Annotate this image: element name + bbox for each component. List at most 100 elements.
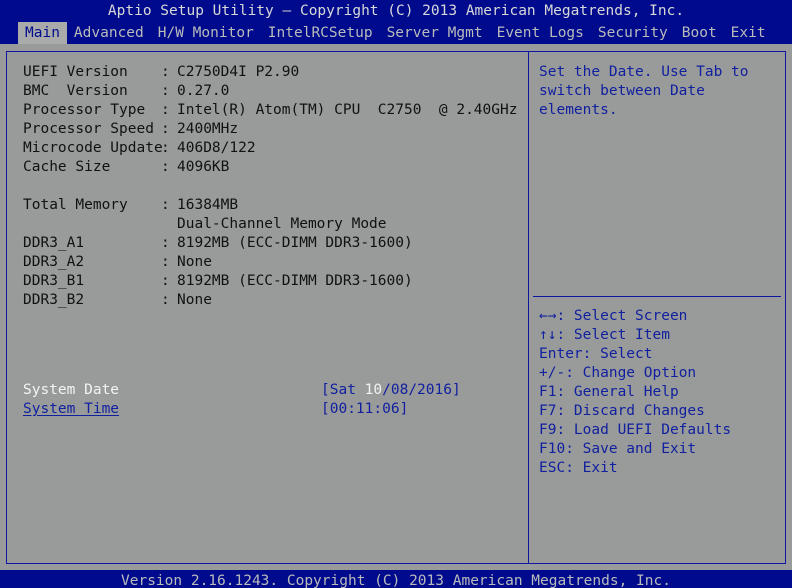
info-label: Processor Type — [23, 101, 161, 120]
info-separator: : — [161, 253, 177, 272]
menu-tab-event-logs[interactable]: Event Logs — [490, 22, 591, 44]
system-time-label: System Time — [23, 400, 119, 419]
legend-key: F7 — [539, 403, 556, 419]
info-value: 406D8/122 — [177, 140, 256, 156]
info-row: DDR3_B1:8192MB (ECC-DIMM DDR3-1600) — [23, 272, 413, 291]
info-label: DDR3_B1 — [23, 272, 161, 291]
system-date-value[interactable]: [Sat 10/08/2016] — [321, 381, 461, 400]
info-value: None — [177, 292, 212, 308]
info-label: Microcode Update — [23, 139, 161, 158]
menu-tab-intelrcsetup[interactable]: IntelRCSetup — [261, 22, 380, 44]
footer-bar: Version 2.16.1243. Copyright (C) 2013 Am… — [0, 570, 792, 588]
system-date-prefix: [Sat — [321, 382, 365, 398]
info-separator: : — [161, 272, 177, 291]
system-date-row[interactable]: System Date [Sat 10/08/2016] — [23, 381, 93, 400]
legend-key: ESC — [539, 460, 565, 476]
legend-row: ↑↓: Select Item — [539, 326, 785, 345]
legend-action: : Exit — [565, 460, 617, 476]
info-label: DDR3_B2 — [23, 291, 161, 310]
main-menu-bar: MainAdvancedH/W MonitorIntelRCSetupServe… — [0, 22, 792, 44]
info-separator: : — [161, 82, 177, 101]
legend-row: F7: Discard Changes — [539, 402, 785, 421]
legend-row: ESC: Exit — [539, 459, 785, 478]
system-date-suffix: /08/2016] — [382, 382, 461, 398]
legend-row: Enter: Select — [539, 345, 785, 364]
info-label: BMC Version — [23, 82, 161, 101]
info-value: 8192MB (ECC-DIMM DDR3-1600) — [177, 235, 413, 251]
content-frame: UEFI Version:C2750D4I P2.90BMC Version:0… — [6, 51, 786, 564]
info-row: DDR3_A2:None — [23, 253, 212, 272]
menu-tab-main[interactable]: Main — [18, 22, 67, 44]
info-row: Processor Type:Intel(R) Atom(TM) CPU C27… — [23, 101, 517, 120]
legend-row: F9: Load UEFI Defaults — [539, 421, 785, 440]
info-value: 0.27.0 — [177, 83, 229, 99]
legend-action: : Load UEFI Defaults — [556, 422, 731, 438]
legend-action: : General Help — [556, 384, 678, 400]
system-date-active-segment[interactable]: 10 — [365, 382, 382, 398]
info-value: Dual-Channel Memory Mode — [177, 216, 387, 232]
info-row: DDR3_B2:None — [23, 291, 212, 310]
info-row: UEFI Version:C2750D4I P2.90 — [23, 63, 299, 82]
info-row: Cache Size:4096KB — [23, 158, 229, 177]
key-legend-list: ←→: Select Screen↑↓: Select ItemEnter: S… — [539, 307, 785, 478]
info-value: 4096KB — [177, 159, 229, 175]
info-value: Intel(R) Atom(TM) CPU C2750 @ 2.40GHz — [177, 102, 517, 118]
legend-key: F1 — [539, 384, 556, 400]
legend-key: +/- — [539, 365, 565, 381]
legend-action: : Discard Changes — [556, 403, 704, 419]
menu-tab-h-w-monitor[interactable]: H/W Monitor — [151, 22, 261, 44]
info-label: DDR3_A2 — [23, 253, 161, 272]
help-divider — [533, 296, 781, 297]
menu-tab-exit[interactable]: Exit — [724, 22, 773, 44]
system-time-row[interactable]: System Time [00:11:06] — [23, 400, 93, 419]
info-label: Cache Size — [23, 158, 161, 177]
legend-row: F10: Save and Exit — [539, 440, 785, 459]
legend-row: F1: General Help — [539, 383, 785, 402]
legend-action: : Save and Exit — [565, 441, 696, 457]
info-value: 16384MB — [177, 197, 238, 213]
settings-pane: UEFI Version:C2750D4I P2.90BMC Version:0… — [7, 52, 528, 563]
info-row: Dual-Channel Memory Mode — [23, 215, 387, 234]
window-title: Aptio Setup Utility – Copyright (C) 2013… — [0, 0, 792, 22]
menu-tab-boot[interactable]: Boot — [675, 22, 724, 44]
legend-action: : Select — [583, 346, 653, 362]
info-separator: : — [161, 158, 177, 177]
info-separator: : — [161, 120, 177, 139]
info-value: None — [177, 254, 212, 270]
system-time-value[interactable]: [00:11:06] — [321, 400, 408, 419]
info-separator: : — [161, 63, 177, 82]
info-value: 8192MB (ECC-DIMM DDR3-1600) — [177, 273, 413, 289]
legend-row: ←→: Select Screen — [539, 307, 785, 326]
legend-key: F10 — [539, 441, 565, 457]
footer-version-text: Version 2.16.1243. Copyright (C) 2013 Am… — [0, 570, 792, 588]
legend-row: +/-: Change Option — [539, 364, 785, 383]
up-down-arrow-icon: ↑↓ — [539, 327, 556, 343]
info-separator: : — [161, 291, 177, 310]
help-pane: Set the Date. Use Tab to switch between … — [529, 52, 785, 563]
info-row: Total Memory:16384MB — [23, 196, 238, 215]
info-value: 2400MHz — [177, 121, 238, 137]
info-row: Microcode Update:406D8/122 — [23, 139, 256, 158]
info-label: DDR3_A1 — [23, 234, 161, 253]
legend-key: Enter — [539, 346, 583, 362]
legend-action: : Change Option — [565, 365, 696, 381]
info-label: UEFI Version — [23, 63, 161, 82]
info-label: Processor Speed — [23, 120, 161, 139]
menu-tab-server-mgmt[interactable]: Server Mgmt — [380, 22, 490, 44]
info-row: Processor Speed:2400MHz — [23, 120, 238, 139]
bios-setup-screen: Aptio Setup Utility – Copyright (C) 2013… — [0, 0, 792, 588]
menu-tab-security[interactable]: Security — [591, 22, 675, 44]
info-row: DDR3_A1:8192MB (ECC-DIMM DDR3-1600) — [23, 234, 413, 253]
info-separator: : — [161, 196, 177, 215]
info-separator: : — [161, 139, 177, 158]
info-label: Total Memory — [23, 196, 161, 215]
legend-action: : Select Item — [556, 327, 670, 343]
left-right-arrow-icon: ←→ — [539, 308, 556, 324]
system-date-label: System Date — [23, 381, 119, 400]
menu-tab-advanced[interactable]: Advanced — [67, 22, 151, 44]
info-row: BMC Version:0.27.0 — [23, 82, 229, 101]
info-separator: : — [161, 234, 177, 253]
legend-action: : Select Screen — [556, 308, 687, 324]
info-separator: : — [161, 101, 177, 120]
info-value: C2750D4I P2.90 — [177, 64, 299, 80]
